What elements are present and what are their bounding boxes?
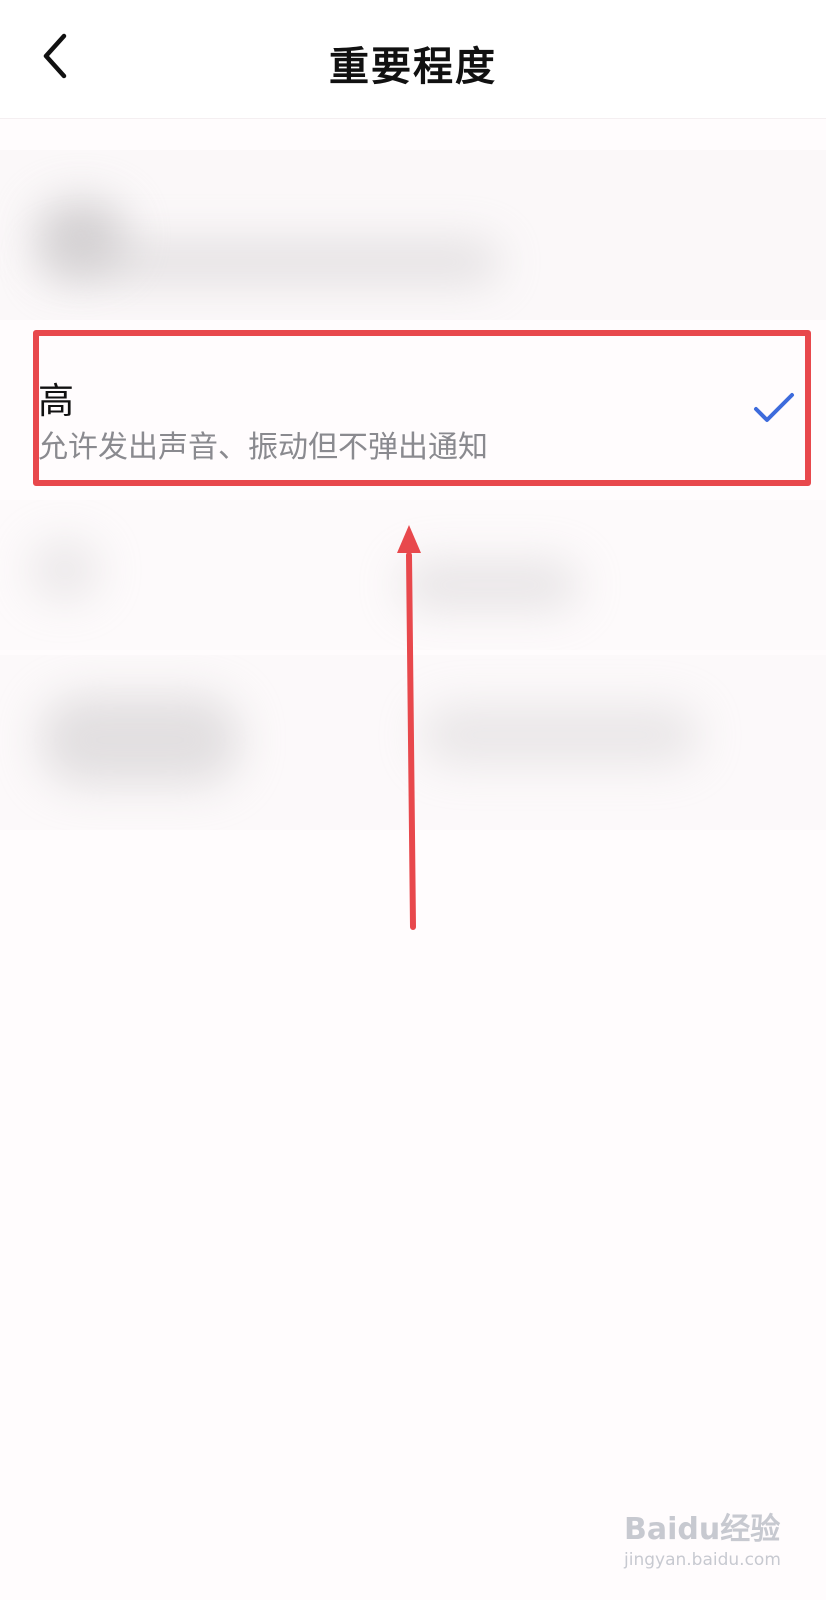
watermark-logo: Baidu经验 [624, 1512, 781, 1547]
option-description: 允许发出声音、振动但不弹出通知 [38, 430, 488, 465]
blurred-region [40, 240, 500, 284]
checkmark-icon [754, 393, 794, 422]
blurred-option-row[interactable] [0, 655, 826, 830]
watermark-url: jingyan.baidu.com [624, 1550, 781, 1570]
blurred-region [400, 560, 580, 610]
option-high[interactable]: 高 允许发出声音、振动但不弹出通知 [0, 330, 826, 490]
blurred-option-row[interactable] [0, 500, 826, 650]
blurred-region [420, 705, 700, 765]
option-title: 高 [38, 381, 75, 422]
blurred-region [30, 540, 100, 600]
blurred-option-row[interactable] [0, 150, 826, 320]
app-header: 重要程度 [0, 0, 826, 119]
watermark: Baidu经验 jingyan.baidu.com [624, 1500, 784, 1580]
page-title: 重要程度 [329, 44, 497, 90]
blurred-region [40, 695, 240, 785]
